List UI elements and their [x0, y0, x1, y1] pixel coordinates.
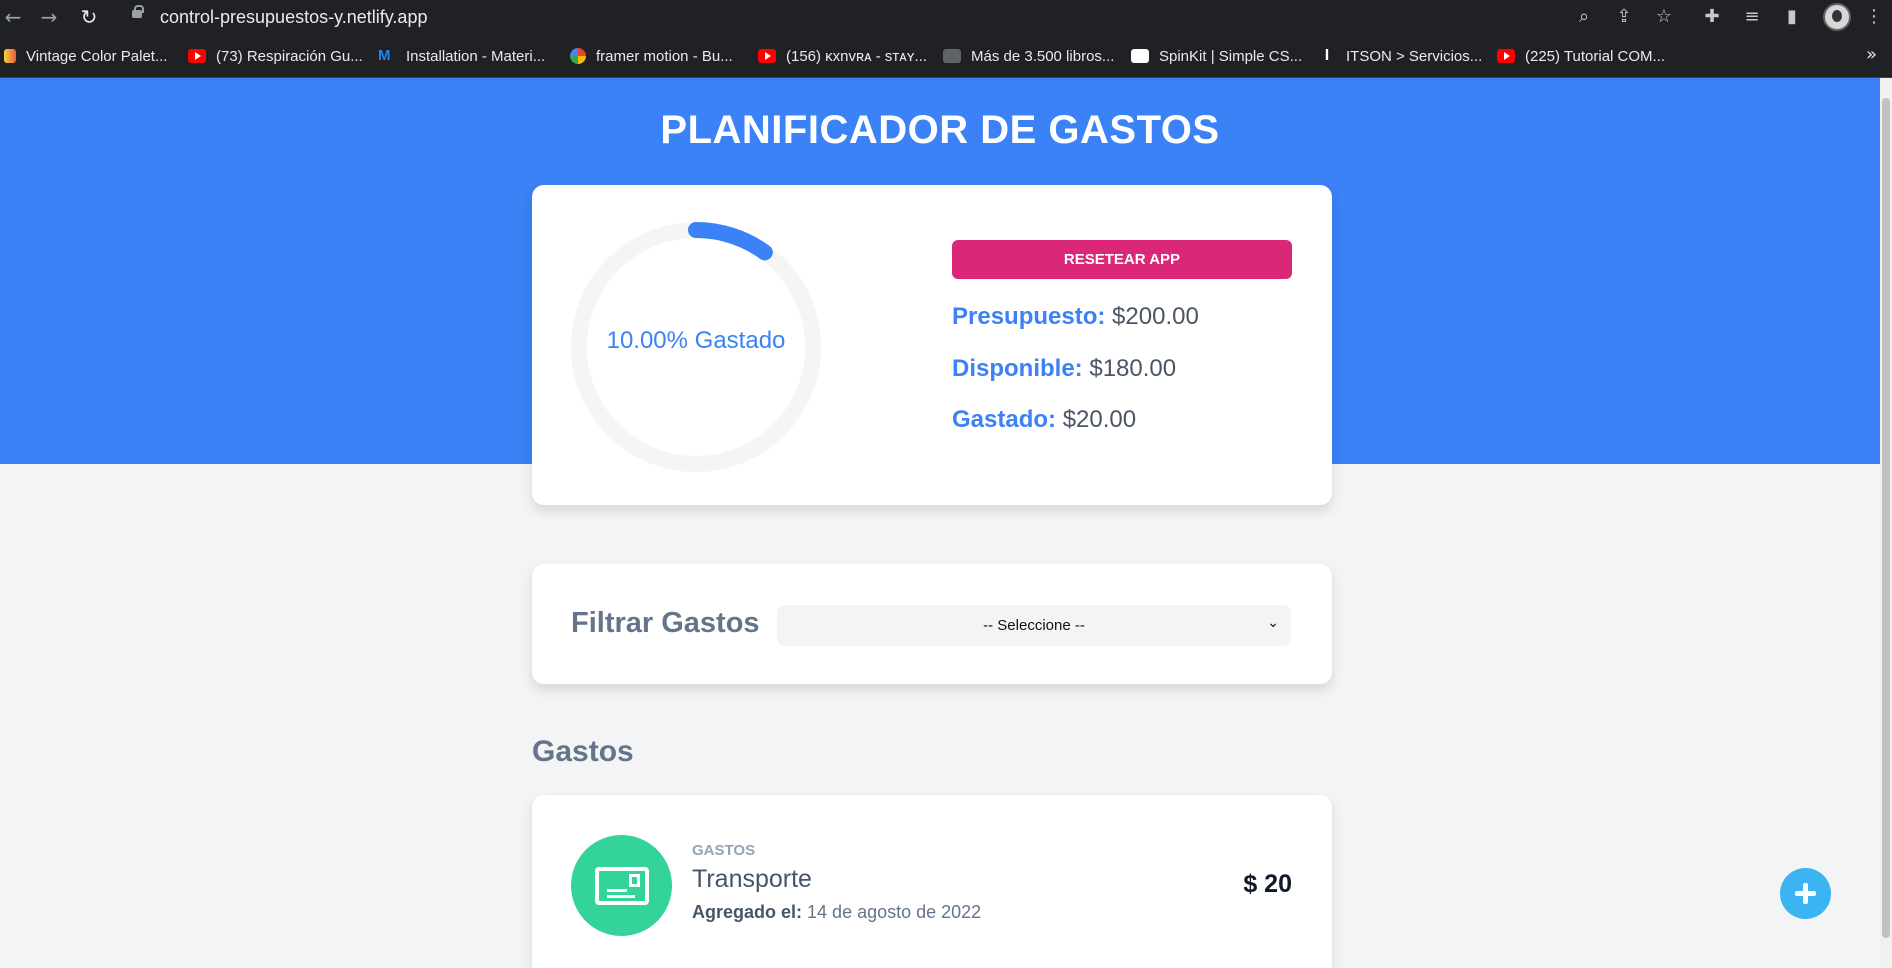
scrollbar[interactable] — [1880, 78, 1892, 968]
budget-stat: Presupuesto: $200.00 — [952, 303, 1199, 331]
itson-icon: I — [1324, 47, 1330, 64]
bookmark-item[interactable]: SpinKit | Simple CS... — [1131, 46, 1302, 66]
chevron-down-icon: ⌄ — [1267, 615, 1279, 631]
youtube-icon — [188, 49, 206, 63]
side-panel-icon[interactable]: ▮ — [1780, 5, 1804, 29]
url-text: control-presupuestos-y.netlify.app — [160, 7, 428, 27]
expense-item[interactable]: GASTOS Transporte Agregado el: 14 de ago… — [532, 795, 1332, 968]
address-bar[interactable]: control-presupuestos-y.netlify.app — [118, 2, 1663, 31]
filter-card: Filtrar Gastos -- Seleccione -- ⌄ — [532, 564, 1332, 684]
zoom-icon[interactable]: ⌕ — [1572, 5, 1596, 29]
spent-label: Gastado: — [952, 406, 1057, 433]
bookmark-item[interactable]: Más de 3.500 libros... — [943, 46, 1114, 66]
youtube-icon — [1497, 49, 1515, 63]
back-icon[interactable]: ← — [0, 4, 26, 30]
available-label: Disponible: — [952, 355, 1083, 382]
available-stat: Disponible: $180.00 — [952, 355, 1176, 383]
scrollbar-thumb[interactable] — [1882, 98, 1890, 938]
add-expense-button[interactable] — [1780, 868, 1831, 919]
bookmark-item[interactable]: M Installation - Materi... — [378, 46, 545, 66]
expense-date-label: Agregado el: — [692, 902, 803, 922]
star-icon[interactable]: ☆ — [1652, 5, 1676, 29]
expense-icon-graphic — [595, 867, 649, 905]
spent-progress-circle: 10.00% Gastado — [570, 221, 822, 473]
bookmark-item[interactable]: Vintage Color Palet... — [4, 46, 167, 66]
expense-amount: $ 20 — [1243, 870, 1292, 898]
spinkit-icon — [1131, 49, 1149, 63]
budget-value: $200.00 — [1112, 303, 1199, 330]
extensions-icon[interactable]: ✚ — [1700, 5, 1724, 29]
book-icon — [943, 49, 961, 63]
browser-toolbar: ← → ↻ control-presupuestos-y.netlify.app… — [0, 0, 1892, 34]
bookmark-item[interactable]: (225) Tutorial COM... — [1497, 46, 1665, 66]
profile-avatar[interactable] — [1823, 3, 1851, 31]
bookmark-item[interactable]: framer motion - Bu... — [570, 46, 733, 66]
expense-date-value: 14 de agosto de 2022 — [807, 902, 982, 922]
menu-icon[interactable]: ⋮ — [1862, 5, 1886, 29]
expense-name: Transporte — [692, 865, 812, 893]
share-icon[interactable]: ⇪ — [1612, 5, 1636, 29]
reset-app-button[interactable]: RESETEAR APP — [952, 240, 1292, 279]
bookmark-item[interactable]: (73) Respiración Gu... — [188, 46, 363, 66]
bookmarks-bar: Vintage Color Palet... (73) Respiración … — [0, 34, 1892, 78]
reload-icon[interactable]: ↻ — [76, 4, 102, 30]
filter-label: Filtrar Gastos — [571, 607, 760, 639]
palette-icon — [4, 49, 16, 63]
bookmark-item[interactable]: I ITSON > Servicios... — [1318, 46, 1483, 66]
youtube-icon — [758, 49, 776, 63]
expense-date: Agregado el: 14 de agosto de 2022 — [692, 902, 981, 923]
forward-icon[interactable]: → — [36, 4, 62, 30]
budget-label: Presupuesto: — [952, 303, 1106, 330]
lock-icon — [132, 5, 144, 18]
expense-card-icon — [571, 835, 672, 936]
mui-icon: M — [378, 47, 391, 64]
filter-selected-value: -- Seleccione -- — [983, 617, 1085, 634]
expense-category: GASTOS — [692, 842, 756, 859]
expenses-section-title: Gastos — [532, 735, 634, 768]
spent-stat: Gastado: $20.00 — [952, 406, 1136, 434]
available-value: $180.00 — [1089, 355, 1177, 382]
progress-label: 10.00% Gastado — [606, 327, 786, 354]
budget-card: 10.00% Gastado RESETEAR APP Presupuesto:… — [532, 185, 1332, 505]
bookmark-item[interactable]: (156) ĸxnvʀᴀ - sᴛᴀʏ... — [758, 46, 927, 66]
bookmarks-overflow-button[interactable]: » — [1866, 44, 1877, 65]
spent-value: $20.00 — [1062, 406, 1137, 433]
reading-list-icon[interactable]: ≡ — [1740, 5, 1764, 29]
filter-select[interactable]: -- Seleccione -- ⌄ — [777, 605, 1291, 646]
google-icon — [570, 48, 586, 64]
page-content: PLANIFICADOR DE GASTOS 10.00% Gastado RE… — [0, 78, 1892, 968]
page-title: PLANIFICADOR DE GASTOS — [660, 108, 1220, 152]
